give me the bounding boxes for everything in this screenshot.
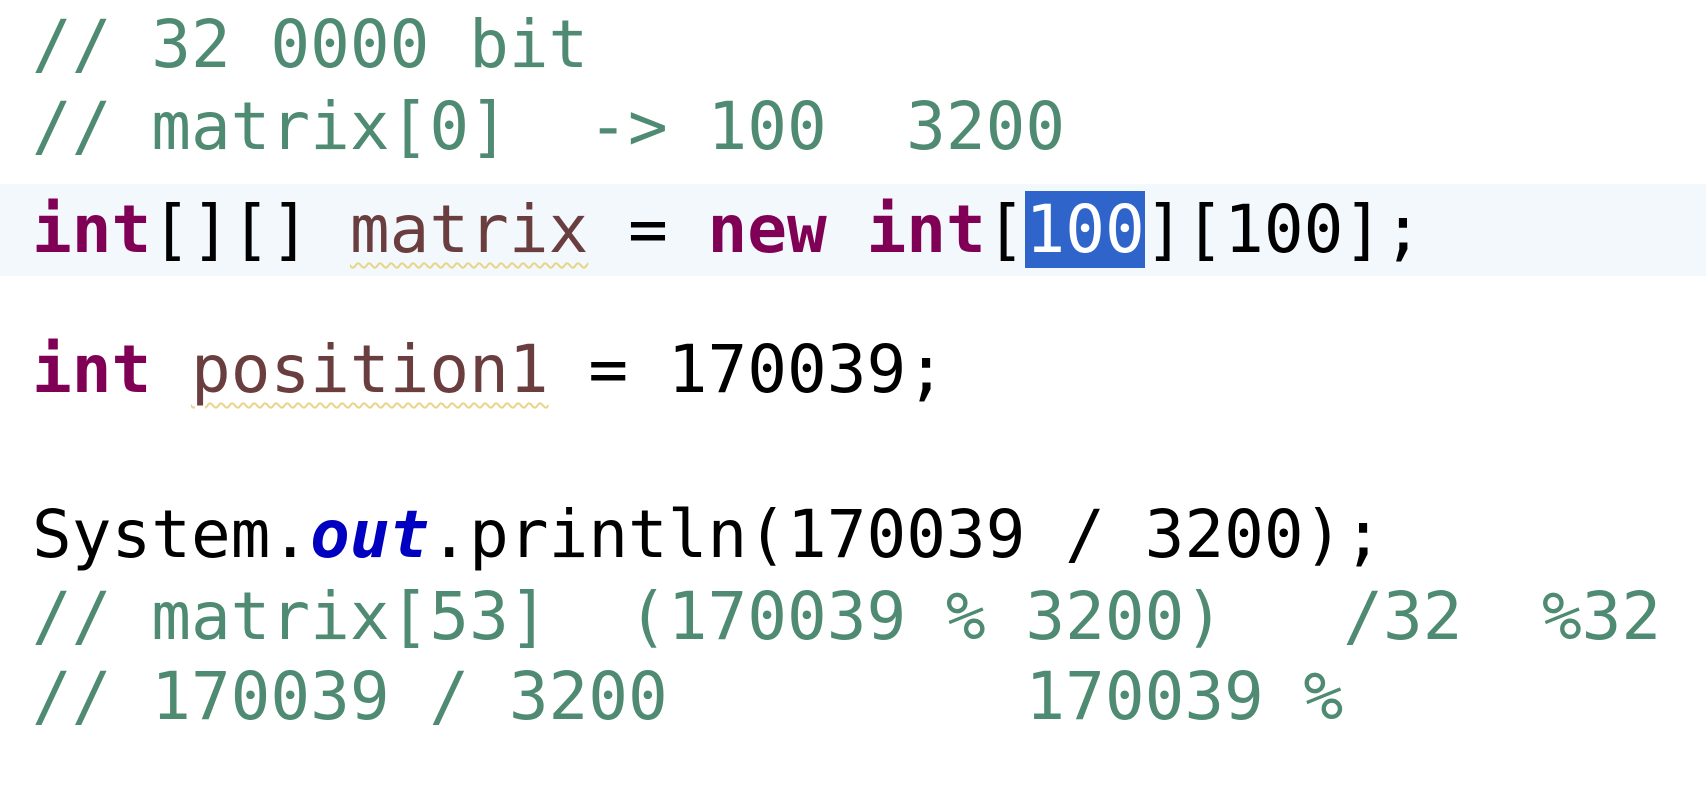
keyword-int: int [32,191,152,268]
code-line-1[interactable]: // 32 0000 bit [32,0,588,90]
code-line-3[interactable]: int[][] matrix = new int[100][100]; [32,185,1423,275]
code-line-7[interactable]: // 170039 / 3200 170039 % [32,652,1343,742]
static-field-out: out [310,496,430,573]
variable-position1[interactable]: position1 [191,331,549,408]
array-brackets: [][] [151,191,350,268]
text-selection[interactable]: 100 [1025,191,1145,268]
assign-operator: = [588,191,708,268]
code-line-2[interactable]: // matrix[0] -> 100 3200 [32,82,1065,172]
line-4-rest: = 170039; [548,331,946,408]
code-line-5[interactable]: System.out.println(170039 / 3200); [32,490,1383,580]
code-line-4[interactable]: int position1 = 170039; [32,325,946,415]
system-class: System. [32,496,311,573]
line-3-rest: ][100]; [1144,191,1423,268]
code-editor[interactable]: // 32 0000 bit // matrix[0] -> 100 3200 … [0,0,1706,812]
line-5-rest: .println(170039 / 3200); [429,496,1384,573]
code-line-6[interactable]: // matrix[53] (170039 % 3200) /32 %32 [32,572,1661,662]
open-bracket: [ [985,191,1026,268]
variable-matrix[interactable]: matrix [350,191,588,268]
keyword-new: new [707,191,827,268]
keyword-int-2: int [866,191,986,268]
keyword-int: int [32,331,152,408]
